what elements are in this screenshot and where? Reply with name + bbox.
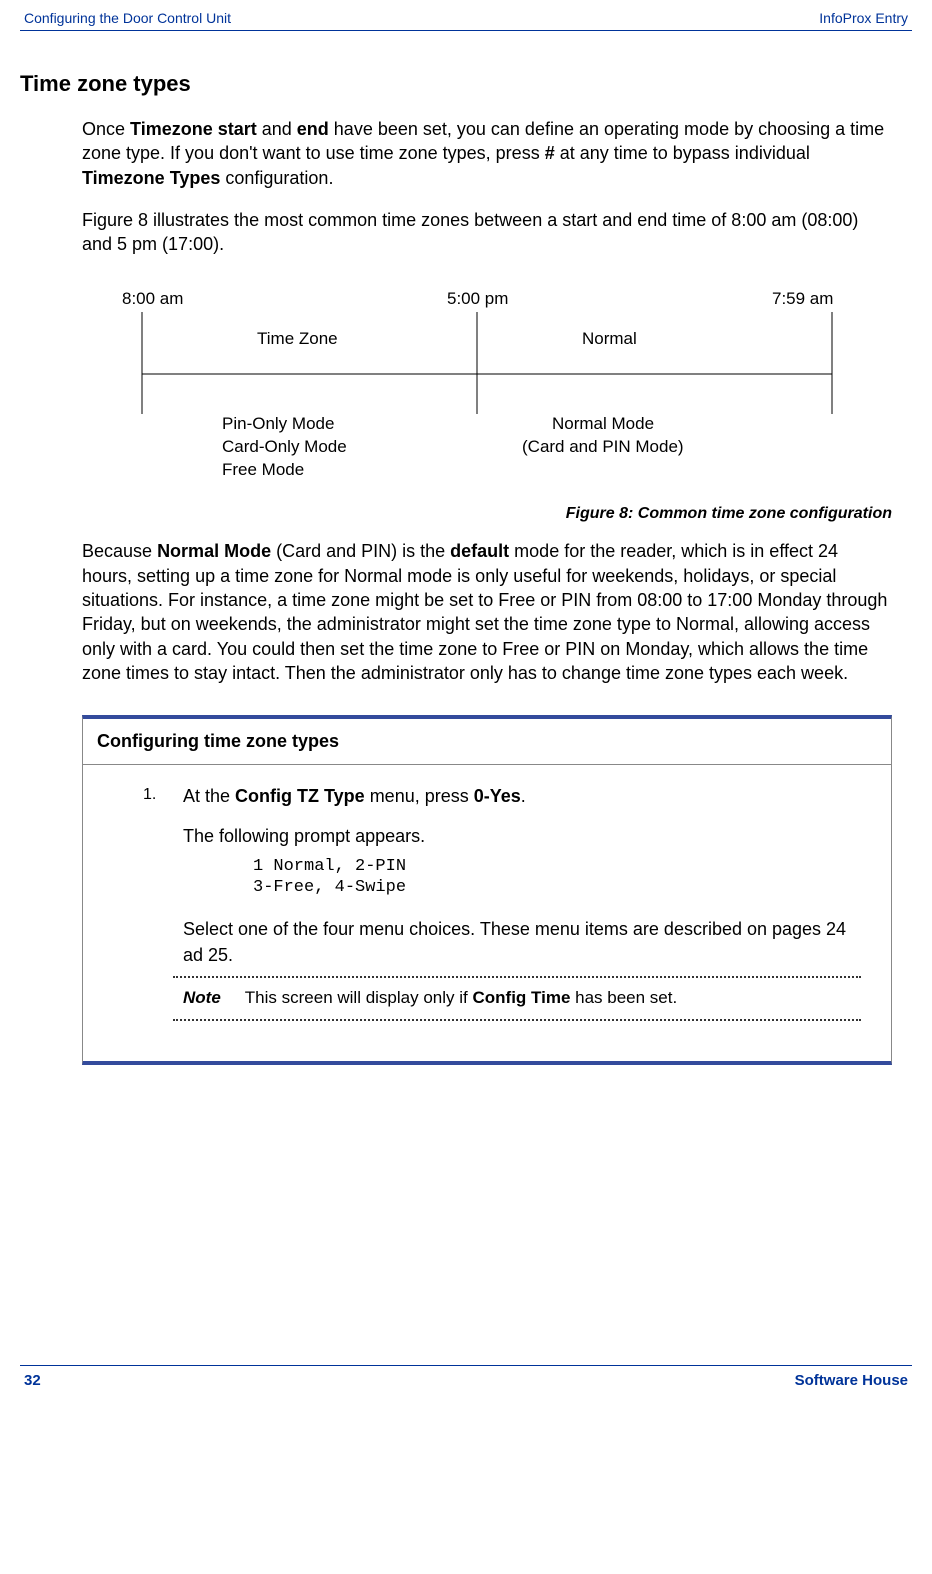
paragraph-2: Figure 8 illustrates the most common tim… [82,208,892,257]
fig-time-8am: 8:00 am [122,289,183,308]
procedure-step-1: 1. At the Config TZ Type menu, press 0-Y… [143,783,861,809]
page-footer: 32 Software House [20,1365,912,1389]
header-left: Configuring the Door Control Unit [24,10,231,26]
procedure-title: Configuring time zone types [83,719,891,765]
step-number: 1. [143,783,183,809]
term-normal-mode: Normal Mode [157,541,271,561]
term-timezone-types: Timezone Types [82,168,220,188]
note-box: NoteThis screen will display only if Con… [173,976,861,1021]
term-timezone-start: Timezone start [130,119,257,139]
section-title: Time zone types [20,71,912,97]
term-default: default [450,541,509,561]
menu-config-tz-type: Config TZ Type [235,786,365,806]
page-number: 32 [24,1372,41,1389]
fig-mode-pin: Pin-Only Mode [222,414,334,433]
paragraph-3: Because Normal Mode (Card and PIN) is th… [82,539,892,685]
term-timezone-end: end [297,119,329,139]
paragraph-1: Once Timezone start and end have been se… [82,117,892,190]
key-hash: # [545,143,555,163]
key-0-yes: 0-Yes [474,786,521,806]
fig-time-5pm: 5:00 pm [447,289,508,308]
fig-label-timezone: Time Zone [257,329,338,348]
fig-mode-free: Free Mode [222,460,304,479]
page-header: Configuring the Door Control Unit InfoPr… [20,10,912,31]
figure-caption: Figure 8: Common time zone configuration [82,505,892,523]
fig-mode-cardpin: (Card and PIN Mode) [522,437,684,456]
fig-mode-card: Card-Only Mode [222,437,347,456]
figure-8: 8:00 am 5:00 pm 7:59 am Time Zone Normal… [82,274,892,523]
term-config-time: Config Time [472,988,570,1007]
select-instruction: Select one of the four menu choices. The… [183,916,861,968]
footer-brand: Software House [795,1372,908,1389]
fig-time-759am: 7:59 am [772,289,833,308]
header-right: InfoProx Entry [819,10,908,26]
note-label: Note [183,988,221,1007]
fig-mode-normal: Normal Mode [552,414,654,433]
prompt-intro: The following prompt appears. [183,823,861,849]
prompt-display: 1 Normal, 2-PIN 3-Free, 4-Swipe [253,857,861,898]
procedure-box: Configuring time zone types 1. At the Co… [82,715,892,1065]
fig-label-normal: Normal [582,329,637,348]
